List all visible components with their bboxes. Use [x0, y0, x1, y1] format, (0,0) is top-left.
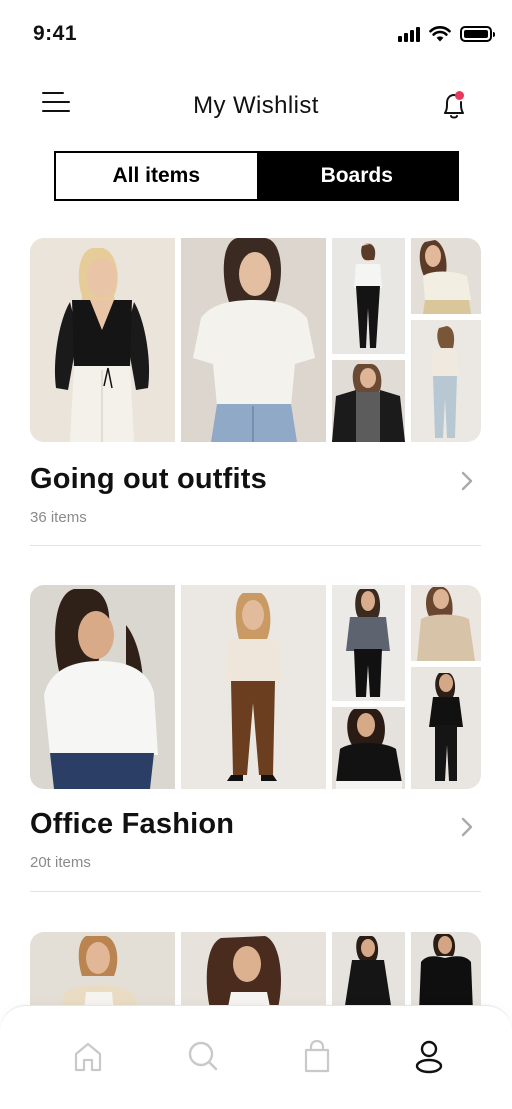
cellular-signal-icon — [398, 26, 420, 42]
board-collage[interactable] — [30, 585, 481, 789]
board-photo — [30, 585, 175, 789]
board-photo — [332, 932, 405, 1012]
board-photo — [411, 932, 481, 1012]
board-item-count: 36 items — [30, 509, 87, 526]
view-toggle: All items Boards — [54, 151, 459, 201]
board-title: Office Fashion — [30, 808, 235, 840]
chevron-right-icon[interactable] — [457, 470, 477, 492]
board-photo — [411, 667, 481, 789]
board-card[interactable] — [30, 932, 481, 1012]
board-photo — [332, 585, 405, 701]
divider — [30, 545, 481, 546]
tab-boards[interactable]: Boards — [256, 153, 457, 199]
board-photo — [332, 360, 405, 442]
board-collage[interactable] — [30, 238, 481, 442]
board-item-count: 20t items — [30, 854, 91, 871]
board-photo — [181, 585, 326, 789]
search-icon[interactable] — [183, 1036, 223, 1076]
board-photo — [411, 320, 481, 442]
bell-icon[interactable] — [434, 86, 474, 126]
status-time: 9:41 — [33, 22, 78, 45]
board-photo — [411, 585, 481, 661]
shopping-bag-icon[interactable] — [297, 1036, 337, 1076]
board-title: Going out outfits — [30, 463, 267, 495]
board-photo — [411, 238, 481, 314]
board-card[interactable]: Going out outfits 36 items — [30, 238, 481, 548]
divider — [30, 891, 481, 892]
bottom-nav — [0, 1005, 512, 1109]
board-photo — [30, 932, 175, 1012]
home-icon[interactable] — [68, 1036, 108, 1076]
board-collage[interactable] — [30, 932, 481, 1012]
wifi-icon — [429, 26, 451, 42]
status-icons — [398, 26, 495, 42]
tab-all-items[interactable]: All items — [56, 153, 257, 199]
board-photo — [30, 238, 175, 442]
header: My Wishlist — [0, 80, 512, 132]
board-photo — [181, 932, 326, 1012]
board-photo — [181, 238, 326, 442]
board-photo — [332, 707, 405, 789]
chevron-right-icon[interactable] — [457, 816, 477, 838]
board-photo — [332, 238, 405, 354]
notification-dot — [455, 91, 464, 100]
board-card[interactable]: Office Fashion 20t items — [30, 585, 481, 893]
battery-icon — [460, 26, 495, 42]
status-bar: 9:41 — [0, 0, 512, 70]
profile-icon[interactable] — [409, 1036, 449, 1076]
